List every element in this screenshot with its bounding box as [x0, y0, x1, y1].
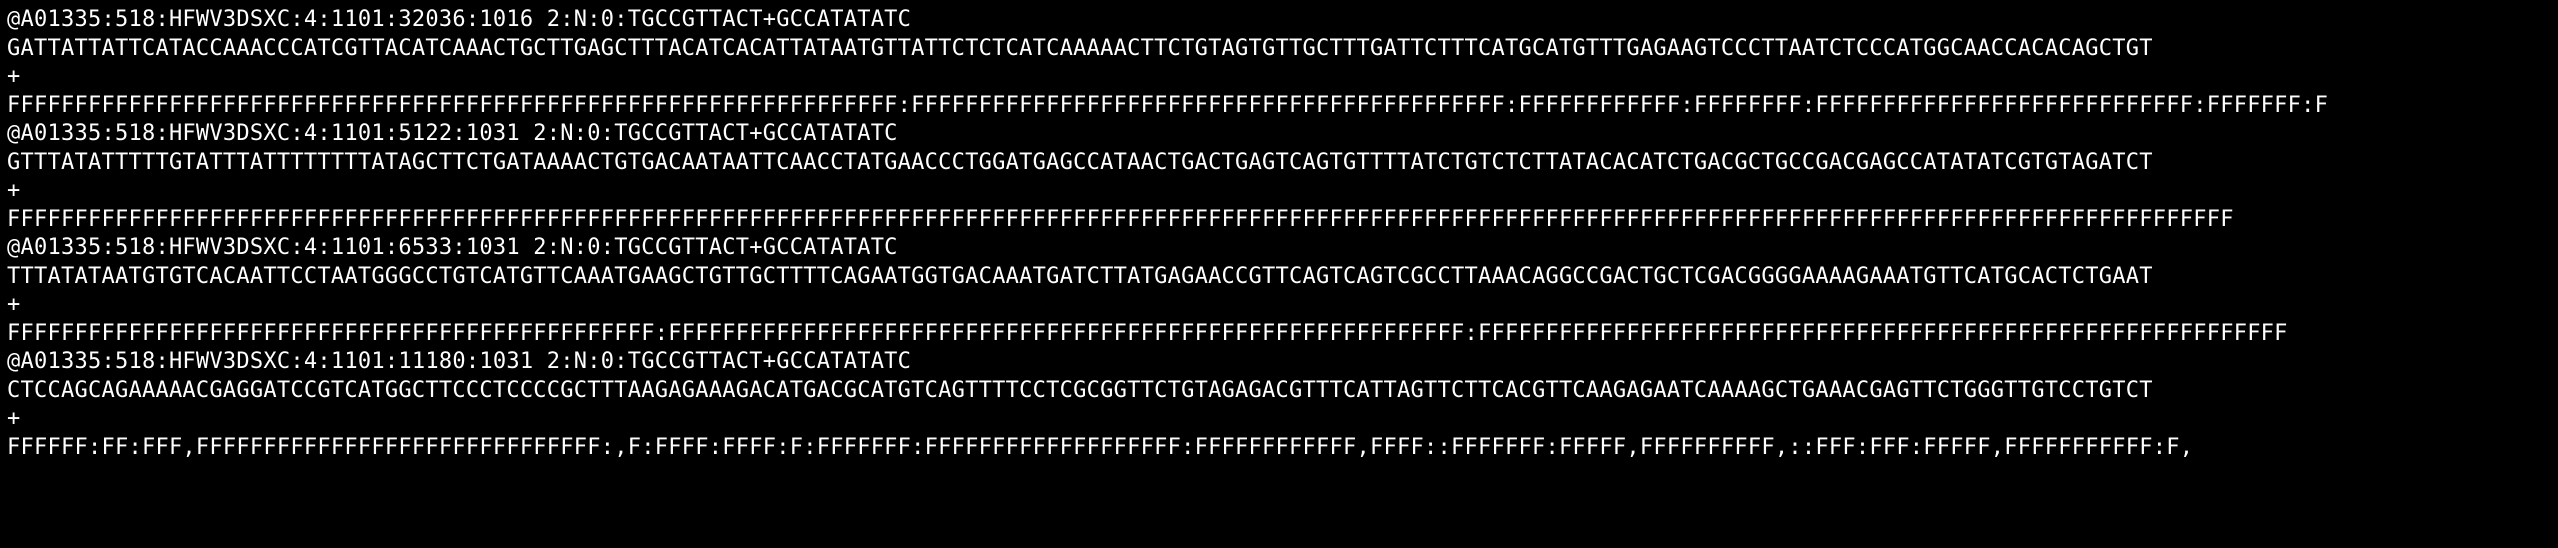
read-header: @A01335:518:HFWV3DSXC:4:1101:5122:1031 2…: [7, 121, 898, 146]
read-header: @A01335:518:HFWV3DSXC:4:1101:6533:1031 2…: [7, 235, 898, 260]
terminal-output[interactable]: @A01335:518:HFWV3DSXC:4:1101:32036:1016 …: [0, 0, 2558, 548]
read-quality: FFFFFFFFFFFFFFFFFFFFFFFFFFFFFFFFFFFFFFFF…: [7, 206, 2234, 232]
read-header: @A01335:518:HFWV3DSXC:4:1101:32036:1016 …: [7, 7, 912, 32]
read-separator: +: [7, 178, 21, 203]
read-sequence: GATTATTATTCATACCAAACCCATCGTTACATCAAACTGC…: [7, 35, 2153, 61]
read-separator: +: [7, 406, 21, 431]
read-sequence: CTCCAGCAGAAAAACGAGGATCCGTCATGGCTTCCCTCCC…: [7, 377, 2153, 403]
read-sequence: TTTATATAATGTGTCACAATTCCTAATGGGCCTGTCATGT…: [7, 263, 2153, 289]
read-header: @A01335:518:HFWV3DSXC:4:1101:11180:1031 …: [7, 349, 912, 374]
read-quality: FFFFFF:FF:FFF,FFFFFFFFFFFFFFFFFFFFFFFFFF…: [7, 434, 2194, 460]
read-separator: +: [7, 292, 21, 317]
read-quality: FFFFFFFFFFFFFFFFFFFFFFFFFFFFFFFFFFFFFFFF…: [7, 320, 2288, 346]
read-quality: FFFFFFFFFFFFFFFFFFFFFFFFFFFFFFFFFFFFFFFF…: [7, 92, 2329, 118]
read-separator: +: [7, 64, 21, 89]
read-sequence: GTTTATATTTTTGTATTTATTTTTTTTATAGCTTCTGATA…: [7, 149, 2153, 175]
